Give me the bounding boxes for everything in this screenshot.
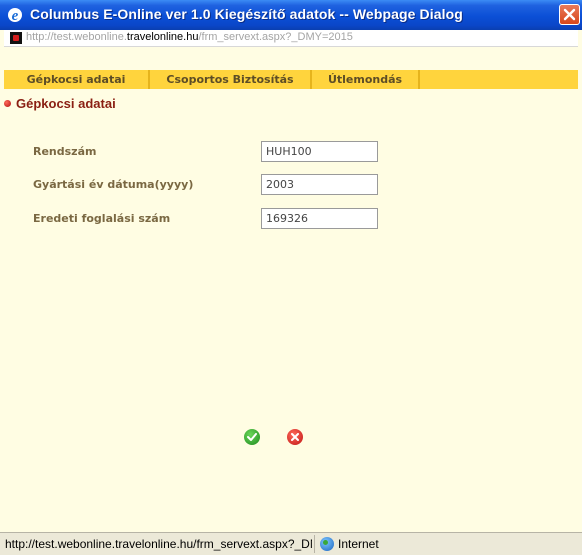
tab-gepkocsi-adatai[interactable]: Gépkocsi adatai — [4, 70, 150, 89]
title-bar[interactable]: e Columbus E-Online ver 1.0 Kiegészítő a… — [0, 0, 582, 30]
address-bar: http://test.webonline.travelonline.hu/fr… — [4, 30, 578, 47]
address-url-prefix: http://test.webonline. — [26, 31, 127, 43]
status-url: http://test.webonline.travelonline.hu/fr… — [5, 537, 312, 551]
bullet-icon — [4, 100, 11, 107]
gyartasi-ev-input[interactable] — [261, 174, 378, 195]
window-title: Columbus E-Online ver 1.0 Kiegészítő ada… — [30, 6, 463, 22]
close-icon — [563, 8, 576, 21]
security-zone: Internet — [338, 537, 379, 551]
foglalasi-szam-input[interactable] — [261, 208, 378, 229]
svg-text:e: e — [12, 8, 19, 24]
status-bar: http://test.webonline.travelonline.hu/fr… — [0, 532, 582, 555]
globe-icon — [320, 537, 334, 551]
tab-bar: Gépkocsi adatai Csoportos Biztosítás Útl… — [4, 70, 578, 89]
site-icon — [10, 32, 22, 44]
dialog-window: e Columbus E-Online ver 1.0 Kiegészítő a… — [0, 0, 582, 555]
address-url: http://test.webonline.travelonline.hu/fr… — [26, 31, 353, 43]
section-header: Gépkocsi adatai — [4, 96, 116, 111]
address-url-suffix: /frm_servext.aspx?_DMY=2015 — [198, 31, 353, 43]
address-url-domain: travelonline.hu — [126, 31, 199, 43]
tab-csoportos-biztositas[interactable]: Csoportos Biztosítás — [150, 70, 312, 89]
status-divider — [314, 535, 315, 553]
rendszam-input[interactable] — [261, 141, 378, 162]
ok-button[interactable] — [244, 429, 260, 445]
close-button[interactable] — [559, 4, 580, 25]
cancel-button[interactable] — [287, 429, 303, 445]
tab-utlemondas[interactable]: Útlemondás — [312, 70, 420, 89]
gyartasi-ev-label: Gyártási év dátuma(yyyy) — [33, 178, 194, 191]
foglalasi-szam-label: Eredeti foglalási szám — [33, 212, 171, 225]
rendszam-label: Rendszám — [33, 145, 97, 158]
ie-logo-icon: e — [8, 8, 22, 24]
cross-icon — [291, 433, 299, 441]
section-title: Gépkocsi adatai — [16, 96, 116, 111]
check-icon — [247, 433, 257, 441]
